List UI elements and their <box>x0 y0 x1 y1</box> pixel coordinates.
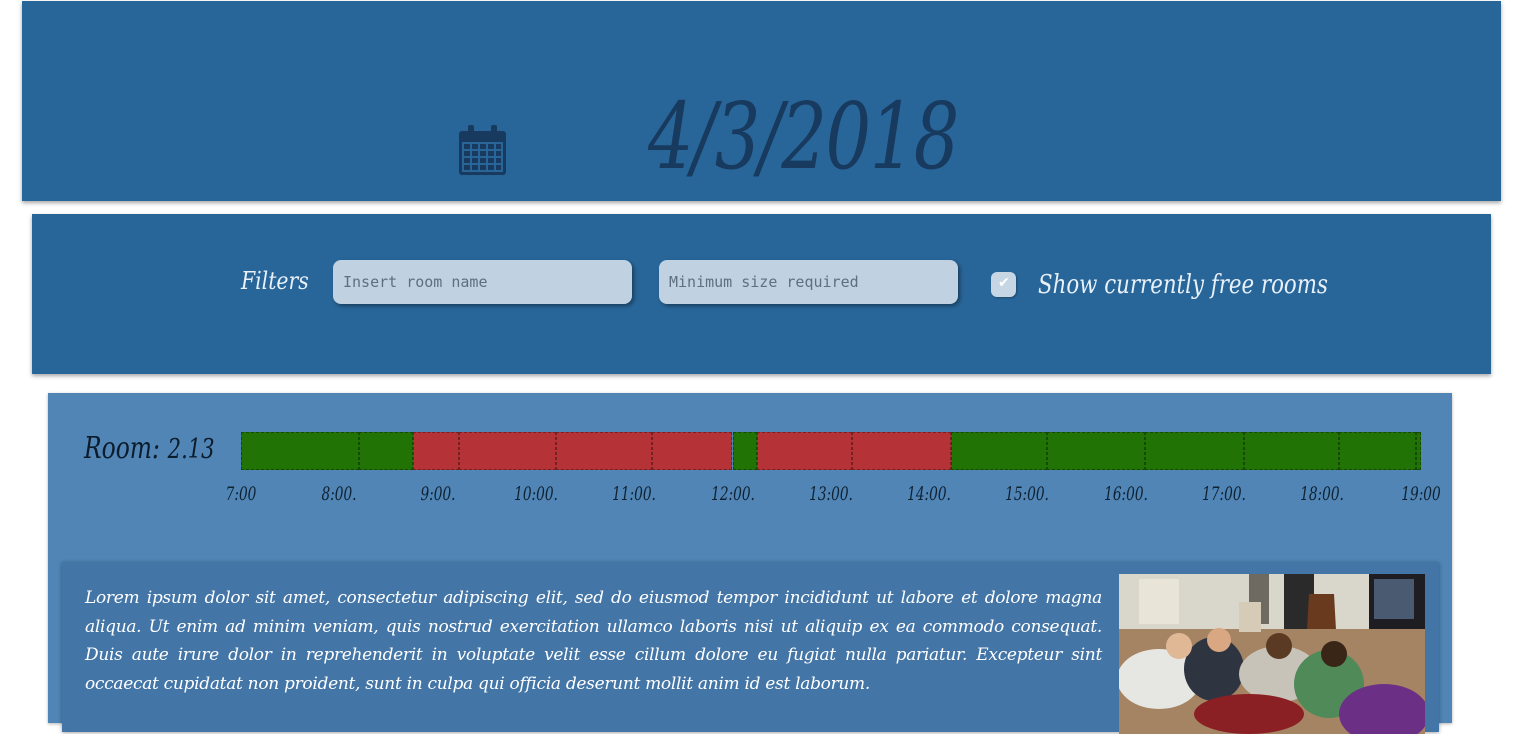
schedule-slot-busy[interactable] <box>757 432 853 470</box>
time-label: 19:00 <box>1400 483 1441 505</box>
time-label: 15:00. <box>1005 483 1050 505</box>
schedule-slot-free[interactable] <box>358 432 414 470</box>
room-photo <box>1119 574 1425 734</box>
show-free-rooms-label: Show currently free rooms <box>1038 270 1328 300</box>
filters-panel: Filters ✔ Show currently free rooms <box>32 214 1491 374</box>
time-label: 18:00. <box>1300 483 1345 505</box>
time-label: 12:00. <box>710 483 755 505</box>
schedule-slot-free[interactable] <box>241 432 359 470</box>
room-card: Room: 2.13 7:00 8:00. 9:00. 10:00. 11:00. 12:0… <box>48 393 1452 734</box>
min-size-input[interactable] <box>659 260 958 304</box>
selected-date[interactable]: 4/3/2018 <box>648 83 959 190</box>
schedule-slot-free[interactable] <box>1339 432 1416 470</box>
schedule-slot-busy[interactable] <box>413 432 460 470</box>
schedule-slot-free[interactable] <box>1145 432 1244 470</box>
date-header: 4/3/2018 <box>22 1 1501 201</box>
schedule-slot-free[interactable] <box>1243 432 1339 470</box>
time-label: 11:00. <box>612 483 657 505</box>
time-label: 8:00. <box>321 483 357 505</box>
schedule-slot-busy[interactable] <box>555 432 652 470</box>
filters-label: Filters <box>241 267 309 295</box>
time-label: 17:00. <box>1202 483 1246 505</box>
time-label: 10:00. <box>514 483 558 505</box>
time-label: 13:00. <box>808 483 853 505</box>
schedule-slot-busy[interactable] <box>651 432 733 470</box>
room-description: Lorem ipsum dolor sit amet, consectetur … <box>85 588 1102 694</box>
schedule-slot-free[interactable] <box>1047 432 1146 470</box>
time-label: 16:00. <box>1103 483 1148 505</box>
schedule-slot-free[interactable] <box>950 432 1048 470</box>
availability-timeline: 7:00 8:00. 9:00. 10:00. 11:00. 12:00. 13:00. 14… <box>48 393 1452 523</box>
room-name-input[interactable] <box>333 260 632 304</box>
schedule-slot-busy[interactable] <box>459 432 556 470</box>
time-label: 14:00. <box>907 483 951 505</box>
time-label: 9:00. <box>420 483 456 505</box>
schedule-slot-free[interactable] <box>1415 432 1421 470</box>
calendar-icon[interactable] <box>459 125 506 175</box>
schedule-slot-busy[interactable] <box>852 432 951 470</box>
schedule-slot-free[interactable] <box>732 432 758 470</box>
checkmark-icon: ✔ <box>998 275 1010 291</box>
time-label: 7:00 <box>225 483 257 505</box>
show-free-rooms-checkbox[interactable]: ✔ <box>991 272 1016 297</box>
